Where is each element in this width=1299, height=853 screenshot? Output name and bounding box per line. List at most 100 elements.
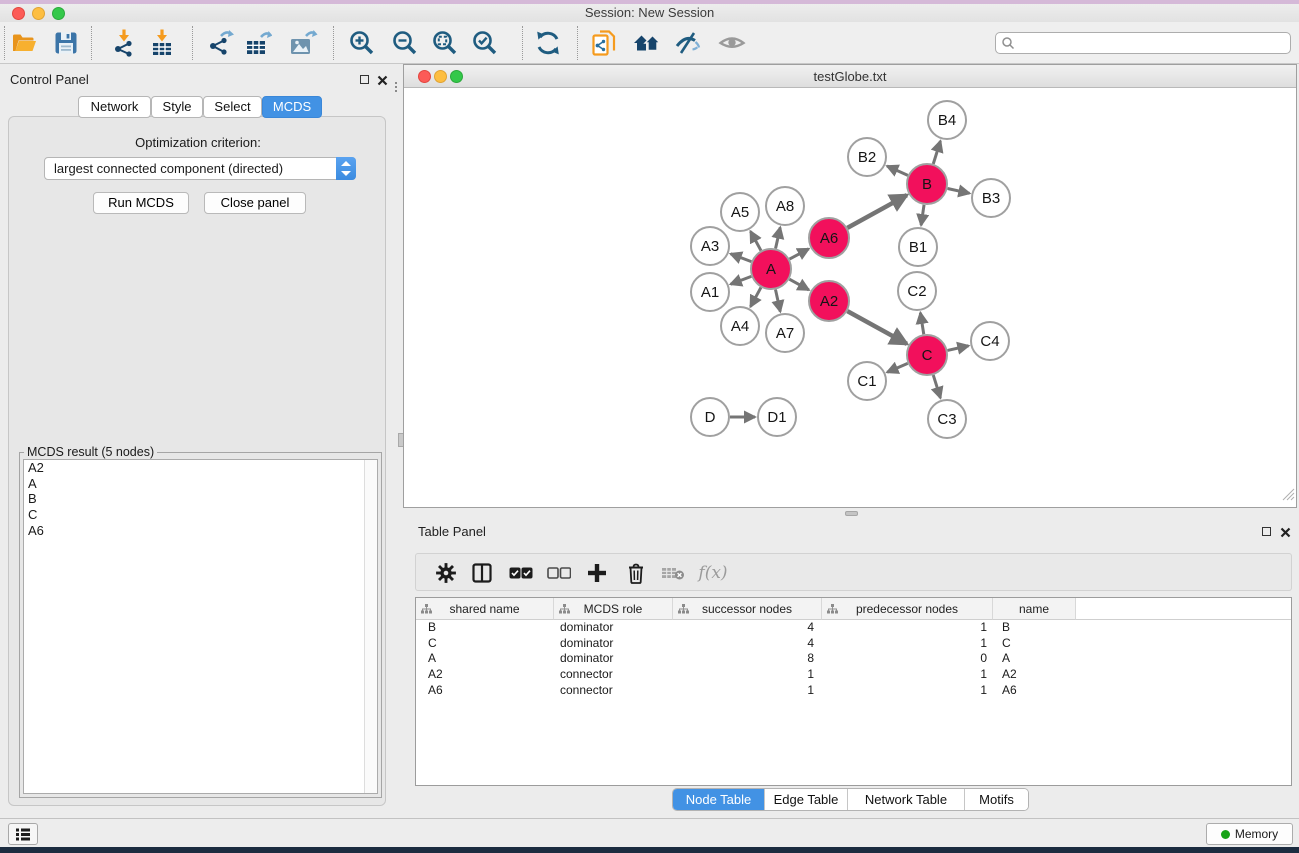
node-D1[interactable]: D1 (758, 398, 796, 436)
edge-A-A7[interactable] (775, 290, 780, 312)
cell[interactable]: 1 (673, 667, 822, 683)
hide-selected-eye-slash-icon[interactable] (673, 28, 703, 58)
cell[interactable]: B (993, 620, 1076, 636)
cell[interactable]: dominator (554, 620, 673, 636)
column-header-shared-name[interactable]: shared name (416, 598, 554, 620)
gear-icon[interactable] (432, 559, 460, 587)
search-field[interactable] (995, 32, 1291, 54)
tab-network[interactable]: Network (78, 96, 151, 118)
node-D[interactable]: D (691, 398, 729, 436)
scrollbar[interactable] (364, 460, 377, 793)
cell[interactable]: 8 (673, 651, 822, 667)
cell[interactable]: C (416, 636, 554, 652)
edge-C-C1[interactable] (887, 363, 908, 372)
float-table-panel-icon[interactable] (1262, 527, 1271, 536)
edge-B-B4[interactable] (933, 141, 940, 164)
zoom-selected-icon[interactable] (470, 28, 500, 58)
cell[interactable]: A (416, 651, 554, 667)
cell[interactable]: B (416, 620, 554, 636)
edge-A-A1[interactable] (731, 276, 752, 284)
cell[interactable]: 4 (673, 620, 822, 636)
table-row[interactable]: C dominator 4 1 C (416, 636, 1291, 652)
edge-A-A4[interactable] (751, 287, 761, 306)
node-A3[interactable]: A3 (691, 227, 729, 265)
table-row[interactable]: A6 connector 1 1 A6 (416, 683, 1291, 699)
reset-layout-homes-icon[interactable] (632, 28, 662, 58)
edge-A-A3[interactable] (731, 254, 752, 262)
cell[interactable]: dominator (554, 651, 673, 667)
edge-B-B1[interactable] (921, 205, 924, 225)
close-table-panel-icon[interactable] (1280, 525, 1291, 543)
import-network-icon[interactable] (109, 28, 139, 58)
result-item[interactable]: A6 (24, 523, 377, 539)
node-B[interactable]: B (907, 164, 947, 204)
cell[interactable]: A2 (416, 667, 554, 683)
cell[interactable]: A6 (416, 683, 554, 699)
edge-C-C4[interactable] (947, 346, 968, 351)
result-item[interactable]: A2 (24, 460, 377, 476)
node-B1[interactable]: B1 (899, 228, 937, 266)
add-column-icon[interactable] (583, 559, 611, 587)
delete-table-icon[interactable] (659, 559, 687, 587)
panel-splitter-grip[interactable] (392, 80, 400, 106)
open-file-icon[interactable] (9, 28, 39, 58)
node-B3[interactable]: B3 (972, 179, 1010, 217)
result-item[interactable]: C (24, 507, 377, 523)
run-mcds-button[interactable]: Run MCDS (93, 192, 189, 214)
close-panel-button[interactable]: Close panel (204, 192, 306, 214)
cell[interactable]: 1 (673, 683, 822, 699)
tab-mcds[interactable]: MCDS (262, 96, 322, 118)
column-header-mcds-role[interactable]: MCDS role (554, 598, 673, 620)
column-header-successor-nodes[interactable]: successor nodes (673, 598, 822, 620)
cell[interactable]: connector (554, 683, 673, 699)
result-item[interactable]: A (24, 476, 377, 492)
table-row[interactable]: B dominator 4 1 B (416, 620, 1291, 636)
node-B4[interactable]: B4 (928, 101, 966, 139)
table-row[interactable]: A2 connector 1 1 A2 (416, 667, 1291, 683)
edge-B-B2[interactable] (887, 166, 908, 175)
function-builder-icon[interactable]: f(x) (695, 559, 731, 587)
cell[interactable]: 1 (822, 620, 993, 636)
node-A6[interactable]: A6 (809, 218, 849, 258)
import-table-icon[interactable] (147, 28, 177, 58)
cell[interactable]: connector (554, 667, 673, 683)
network-snapshot-icon[interactable] (589, 28, 619, 58)
network-window-titlebar[interactable]: testGlobe.txt (404, 65, 1296, 88)
split-columns-icon[interactable] (468, 559, 496, 587)
tab-node-table[interactable]: Node Table (673, 789, 764, 810)
column-header-name[interactable]: name (993, 598, 1076, 620)
zoom-fit-icon[interactable] (430, 28, 460, 58)
refresh-icon[interactable] (533, 28, 563, 58)
cell[interactable]: A6 (993, 683, 1076, 699)
edge-A-A6[interactable] (790, 249, 809, 259)
deselect-all-checkboxes-icon[interactable] (545, 559, 573, 587)
column-header-predecessor-nodes[interactable]: predecessor nodes (822, 598, 993, 620)
cell[interactable]: dominator (554, 636, 673, 652)
edge-C-C3[interactable] (933, 375, 940, 398)
edge-C-C2[interactable] (920, 313, 923, 335)
export-network-icon[interactable] (205, 28, 235, 58)
cell[interactable]: C (993, 636, 1076, 652)
window-resize-grip[interactable] (1281, 487, 1295, 506)
node-A[interactable]: A (751, 249, 791, 289)
cell[interactable]: A (993, 651, 1076, 667)
result-item[interactable]: B (24, 491, 377, 507)
node-A1[interactable]: A1 (691, 273, 729, 311)
zoom-out-icon[interactable] (390, 28, 420, 58)
cell[interactable]: 0 (822, 651, 993, 667)
cell[interactable]: 4 (673, 636, 822, 652)
cell[interactable]: 1 (822, 683, 993, 699)
tab-edge-table[interactable]: Edge Table (764, 789, 847, 810)
node-C1[interactable]: C1 (848, 362, 886, 400)
show-eye-icon[interactable] (717, 28, 747, 58)
node-A8[interactable]: A8 (766, 187, 804, 225)
node-A2[interactable]: A2 (809, 281, 849, 321)
close-panel-icon[interactable] (377, 73, 388, 91)
cell[interactable]: A2 (993, 667, 1076, 683)
memory-button[interactable]: Memory (1206, 823, 1293, 845)
show-panels-list-button[interactable] (8, 823, 38, 845)
save-session-icon[interactable] (51, 28, 81, 58)
edge-A2-C[interactable] (847, 311, 906, 344)
table-row[interactable]: A dominator 8 0 A (416, 651, 1291, 667)
cell[interactable]: 1 (822, 636, 993, 652)
